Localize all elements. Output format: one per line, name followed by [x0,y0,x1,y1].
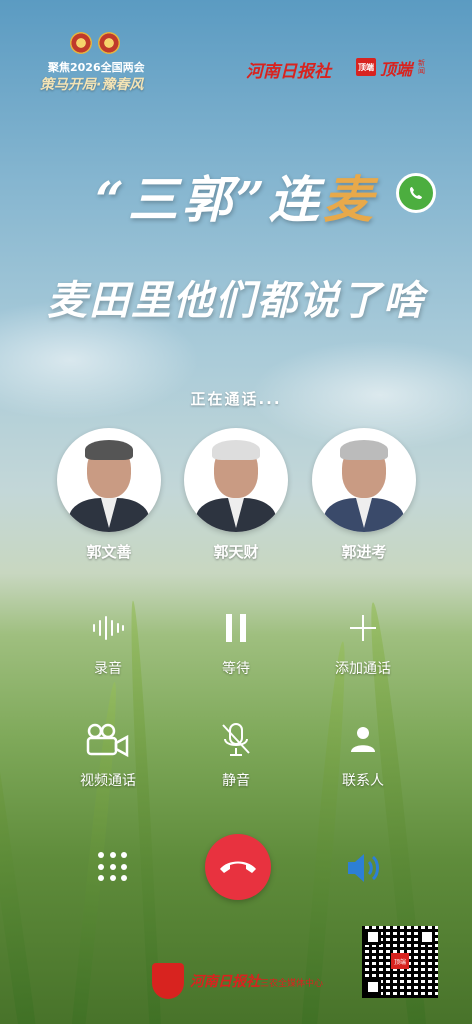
hang-up-icon [220,861,256,873]
national-emblem-icon [70,32,92,54]
person-icon [303,722,423,758]
participant-name: 郭进考 [341,543,387,561]
emblems [70,32,120,54]
plus-icon [303,610,423,646]
participant-avatar [184,428,288,532]
dialpad-icon[interactable] [98,852,130,884]
app-logo: 顶端 [380,60,413,79]
speaker-button[interactable] [344,850,384,890]
subheadline: 麦田里他们都说了啥 [47,277,425,324]
contacts-button[interactable]: 联系人 [303,722,423,790]
qr-code: 顶端 [362,926,438,998]
participant-name: 郭文善 [86,543,132,561]
participant-avatar [312,428,416,532]
video-camera-icon [48,722,168,758]
add-call-button[interactable]: 添加通话 [303,610,423,678]
contacts-label: 联系人 [342,773,384,789]
participant-name: 郭天财 [213,543,259,561]
app-badge-icon: 顶端 [356,58,376,76]
add-call-label: 添加通话 [335,661,391,677]
headline-part2: 连 [268,170,323,229]
record-button[interactable]: 录音 [48,610,168,678]
record-label: 录音 [94,661,122,677]
mute-button[interactable]: 静音 [176,722,296,790]
app-logo-sub: 新闻 [418,59,425,75]
end-call-button[interactable] [205,834,271,900]
phone-chat-icon [396,173,436,213]
quote-open: “ [95,170,128,229]
event-title: 聚焦2026全国两会 [48,61,145,74]
participant-avatar [57,428,161,532]
qr-badge: 顶端 [391,953,409,969]
pause-icon [176,610,296,646]
speaker-icon [348,854,379,882]
poster: 聚焦2026全国两会 策马开局·豫春风 河南日报社 顶端 顶端 新闻 “三郭”连… [0,0,472,1024]
call-status: 正在通话... [190,390,282,408]
video-call-button[interactable]: 视频通话 [48,722,168,790]
footer-org-sub: 三农全媒体中心 [260,979,324,989]
cppcc-emblem-icon [98,32,120,54]
henan-daily-mark-icon [152,963,184,999]
mute-label: 静音 [222,773,250,789]
headline-part1: 三郭 [128,170,236,229]
video-call-label: 视频通话 [80,773,136,789]
quote-close: ” [236,170,269,229]
hold-label: 等待 [222,661,250,677]
hold-button[interactable]: 等待 [176,610,296,678]
footer-org: 河南日报社 [190,974,260,990]
newspaper-logo: 河南日报社 [246,62,331,82]
waveform-icon [48,610,168,646]
headline-part3: 麦 [322,170,377,229]
wheat-blade [0,622,38,1024]
footer-logo: 河南日报社三农全媒体中心 [152,963,323,999]
mic-off-icon [176,722,296,758]
event-slogan: 策马开局·豫春风 [40,77,144,93]
